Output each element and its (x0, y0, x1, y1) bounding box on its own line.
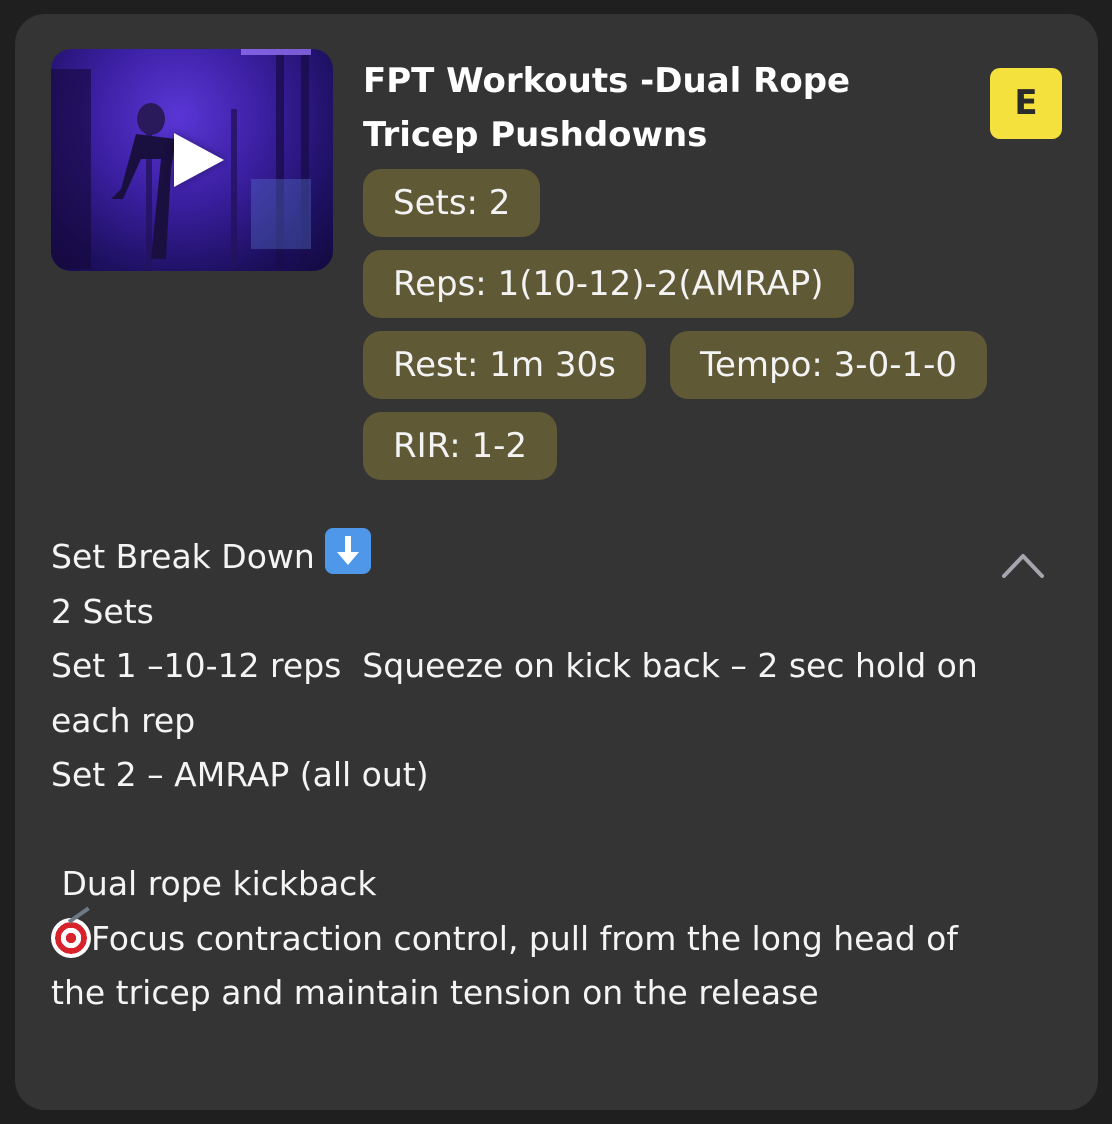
chip-rir: RIR: 1-2 (363, 412, 558, 480)
down-arrow-icon (324, 528, 371, 574)
set-breakdown: Set Break Down 2 Sets Set 1 –10-12 reps … (51, 528, 1011, 1021)
target-icon (51, 917, 91, 958)
focus-text: Focus contraction control, pull from the… (51, 918, 969, 1013)
breakdown-sets: 2 Sets (51, 591, 154, 631)
exercise-name: Dual rope kickback (51, 864, 377, 903)
chip-reps: Reps: 1(10-12)-2(AMRAP) (363, 250, 854, 318)
exercise-card: FPT Workouts -Dual Rope Tricep Pushdowns… (15, 14, 1098, 1110)
video-thumbnail[interactable] (51, 49, 333, 271)
breakdown-set-1: Set 1 –10-12 reps Squeeze on kick back –… (51, 646, 989, 740)
chip-tempo: Tempo: 3-0-1-0 (670, 331, 988, 399)
play-icon[interactable] (174, 133, 224, 187)
breakdown-heading: Set Break Down (51, 537, 315, 576)
difficulty-badge: E (990, 68, 1062, 139)
chip-sets: Sets: 2 (363, 169, 541, 237)
breakdown-set-2: Set 2 – AMRAP (all out) (51, 755, 429, 794)
chip-rest: Rest: 1m 30s (363, 331, 646, 399)
exercise-title: FPT Workouts -Dual Rope Tricep Pushdowns (363, 61, 851, 155)
